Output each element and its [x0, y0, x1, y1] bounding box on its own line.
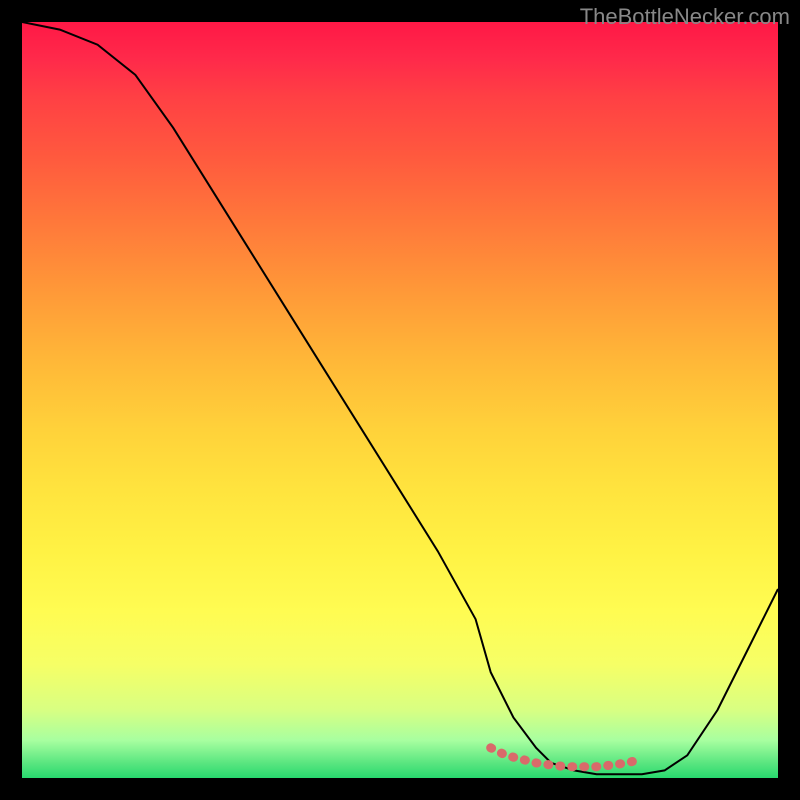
attribution-text: TheBottleNecker.com	[580, 4, 790, 30]
chart-svg	[22, 22, 778, 778]
optimal-zone-marker-line	[491, 748, 642, 767]
bottleneck-curve-line	[22, 22, 778, 774]
chart-plot-area	[22, 22, 778, 778]
